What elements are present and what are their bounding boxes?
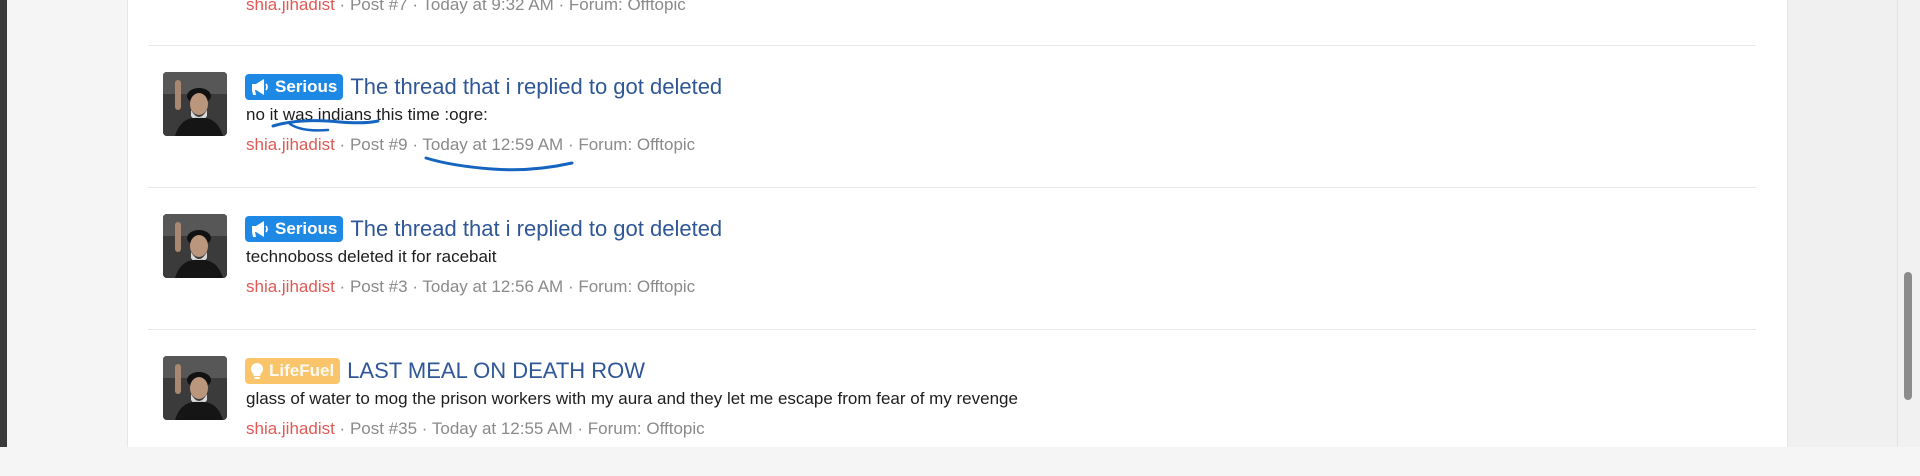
avatar[interactable] (163, 72, 227, 136)
post-time[interactable]: Today at 12:59 AM (422, 135, 563, 154)
prefix-badge[interactable]: Serious (245, 74, 344, 100)
thread-title-link[interactable]: LAST MEAL ON DEATH ROW (347, 358, 645, 384)
thread-title-link[interactable]: The thread that i replied to got deleted (350, 216, 722, 242)
search-results-panel: shia.jihadist · Post #7 · Today at 9:32 … (127, 0, 1788, 447)
post-time[interactable]: Today at 12:56 AM (422, 277, 563, 296)
result-meta: shia.jihadist · Post #9 · Today at 12:59… (246, 135, 696, 154)
post-number-link[interactable]: Post #3 (350, 277, 408, 296)
scrollbar[interactable] (1897, 0, 1920, 447)
result-divider (148, 187, 1756, 188)
post-time[interactable]: Today at 9:32 AM (422, 0, 553, 14)
result-title-row: Serious The thread that i replied to got… (245, 214, 722, 244)
result-divider (148, 329, 1756, 330)
avatar[interactable] (163, 356, 227, 420)
result-title-row: LifeFuel LAST MEAL ON DEATH ROW (245, 356, 645, 386)
forum-link[interactable]: Forum: Offtopic (588, 419, 705, 438)
result-divider (148, 45, 1756, 46)
post-number-link[interactable]: Post #7 (350, 0, 408, 14)
search-result: LifeFuel LAST MEAL ON DEATH ROW glass of… (128, 356, 1787, 476)
prefix-badge[interactable]: LifeFuel (245, 358, 341, 384)
forum-link[interactable]: Forum: Offtopic (578, 135, 695, 154)
post-snippet: technoboss deleted it for racebait (246, 247, 497, 266)
post-number-link[interactable]: Post #35 (350, 419, 417, 438)
scrollbar-thumb[interactable] (1904, 272, 1912, 400)
forum-link[interactable]: Forum: Offtopic (578, 277, 695, 296)
post-time[interactable]: Today at 12:55 AM (432, 419, 573, 438)
megaphone-icon (252, 79, 268, 95)
username-link[interactable]: shia.jihadist (246, 419, 335, 438)
window-edge (0, 0, 7, 447)
thread-title-link[interactable]: The thread that i replied to got deleted (350, 74, 722, 100)
result-title-row: Serious The thread that i replied to got… (245, 72, 722, 102)
search-result: Serious The thread that i replied to got… (128, 72, 1787, 192)
post-snippet: glass of water to mog the prison workers… (246, 389, 1018, 408)
page-gutter (1786, 0, 1898, 447)
lightbulb-icon (250, 362, 264, 379)
result-meta: shia.jihadist · Post #7 · Today at 9:32 … (246, 0, 686, 15)
username-link[interactable]: shia.jihadist (246, 0, 335, 14)
avatar[interactable] (163, 214, 227, 278)
post-number-link[interactable]: Post #9 (350, 135, 408, 154)
prefix-badge[interactable]: Serious (245, 216, 344, 242)
username-link[interactable]: shia.jihadist (246, 135, 335, 154)
result-meta: shia.jihadist · Post #35 · Today at 12:5… (246, 419, 705, 438)
forum-link[interactable]: Forum: Offtopic (569, 0, 686, 14)
username-link[interactable]: shia.jihadist (246, 277, 335, 296)
result-meta: shia.jihadist · Post #3 · Today at 12:56… (246, 277, 696, 296)
search-result: Serious The thread that i replied to got… (128, 214, 1787, 334)
megaphone-icon (252, 221, 268, 237)
post-snippet: no it was indians this time :ogre: (246, 105, 488, 124)
